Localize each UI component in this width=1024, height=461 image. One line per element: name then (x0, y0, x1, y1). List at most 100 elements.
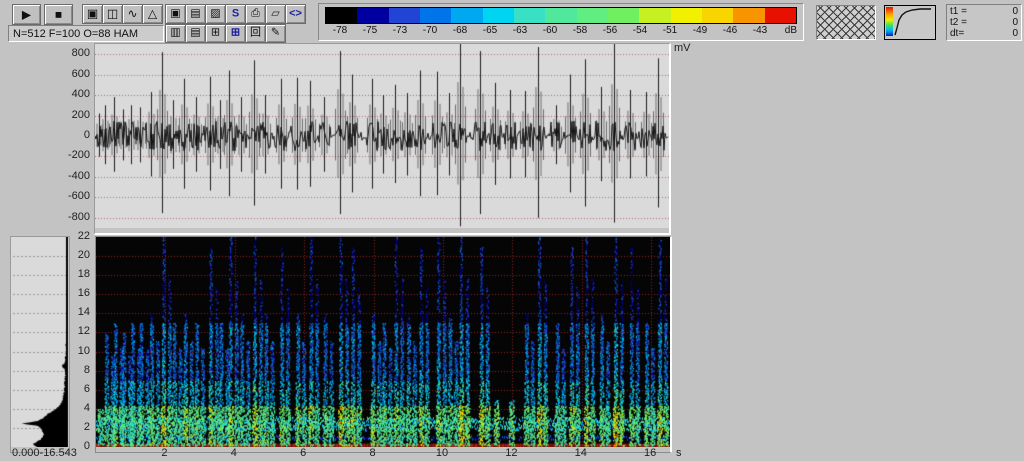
color-scale-cell (357, 8, 388, 23)
db-tick-label: -43 (745, 25, 775, 36)
color-scale-cell (420, 8, 451, 23)
axis-tick-label: -400 (56, 170, 90, 182)
window-icon: 回 (250, 28, 261, 39)
color-scale-cell (514, 8, 545, 23)
axis-tick-label: 6 (72, 383, 90, 395)
grid-cross2-icon: ⊞ (231, 28, 240, 39)
play-button[interactable]: ▶ (12, 4, 41, 25)
layout-left-band-button[interactable]: ▥ (165, 24, 186, 43)
cursor-readout-panel: t1 =0t2 =0dt=0 (946, 4, 1022, 41)
color-scale-cell (639, 8, 670, 23)
db-tick-label: -49 (685, 25, 715, 36)
print-button[interactable]: ⎙ (245, 4, 266, 24)
db-tick-label: -63 (505, 25, 535, 36)
axis-tick-label: 18 (72, 268, 90, 280)
readout-value: 0 (1012, 17, 1018, 28)
axis-tick-label: 16 (642, 447, 658, 459)
axis-tick-label: 600 (56, 68, 90, 80)
color-scale-cell (389, 8, 420, 23)
screen-icon: ▣ (170, 8, 180, 19)
stop-button[interactable]: ■ (44, 4, 73, 25)
color-scale-cell (765, 8, 796, 23)
gain-curve (895, 9, 931, 35)
disk-icon: ◫ (107, 8, 118, 20)
capture-display-button[interactable]: ▣ (82, 4, 103, 24)
panel-icon: ▤ (190, 8, 200, 19)
spectrogram-app-window: ▶■ ▣◫∿△ ▣▤▨S⎙▱<> ▥▤⊞⊞回✎ N=512 F=100 O=88… (0, 0, 1024, 461)
spectrogram-panel (95, 236, 672, 453)
save-button[interactable]: ◫ (102, 4, 123, 24)
color-scale-bar (325, 7, 797, 24)
frame-icon: ▨ (210, 8, 220, 19)
transfer-curve-box[interactable] (884, 5, 936, 40)
edit-button[interactable]: ✎ (265, 24, 286, 43)
axis-tick-label: -800 (56, 211, 90, 223)
letter-s-icon: S (232, 8, 239, 19)
axis-tick-label: 14 (72, 306, 90, 318)
time-unit-label: s (676, 447, 682, 459)
readout-label: t2 = (950, 17, 967, 28)
hatch-pattern-box[interactable] (816, 5, 876, 40)
axis-tick-label: -200 (56, 149, 90, 161)
curve-icon: ∿ (127, 8, 137, 20)
avg-spectrum-display[interactable] (11, 237, 69, 447)
axis-tick-label: 22 (72, 230, 90, 242)
db-tick-label: -75 (355, 25, 385, 36)
avg-spectrum-panel (10, 236, 70, 453)
readout-value: 0 (1012, 6, 1018, 17)
db-tick-label: -70 (415, 25, 445, 36)
color-scale-cell (483, 8, 514, 23)
axis-tick-label: 10 (72, 345, 90, 357)
grid-cross-icon: ⊞ (211, 28, 220, 39)
readout-row: dt=0 (950, 28, 1018, 39)
color-scale-cell (545, 8, 576, 23)
signal-options-button[interactable]: S (225, 4, 246, 24)
readout-label: t1 = (950, 6, 967, 17)
triangle-icon: △ (148, 8, 157, 20)
axis-tick-label: 12 (72, 325, 90, 337)
db-tick-label: -78 (325, 25, 355, 36)
layout-split-button[interactable]: ⊞ (205, 24, 226, 43)
layout-top-band-button[interactable]: ▤ (185, 24, 206, 43)
pencil-icon: ✎ (271, 28, 280, 39)
db-tick-label: -68 (445, 25, 475, 36)
readout-value: 0 (1012, 28, 1018, 39)
annotate-view-button[interactable]: ▨ (205, 4, 226, 24)
display-icon: ▣ (87, 8, 98, 20)
control-panel-button[interactable]: ▤ (185, 4, 206, 24)
waveform-unit-label: mV (674, 42, 691, 54)
gain-curve-button[interactable]: ∿ (122, 4, 143, 24)
markers-button[interactable]: <> (285, 4, 306, 24)
db-tick-label: -60 (535, 25, 565, 36)
color-scale-cell (326, 8, 357, 23)
waveform-display[interactable] (95, 44, 669, 228)
color-scale-cell (451, 8, 482, 23)
axis-tick-label: -600 (56, 190, 90, 202)
axis-tick-label: 8 (365, 447, 381, 459)
spectrogram-window-button[interactable]: ▣ (165, 4, 186, 24)
axis-tick-label: 4 (226, 447, 242, 459)
layout-single-button[interactable]: 回 (245, 24, 266, 43)
axis-tick-label: 400 (56, 88, 90, 100)
axis-tick-label: 16 (72, 287, 90, 299)
color-scale-labels: -78-75-73-70-68-65-63-60-58-56-54-51-49-… (325, 25, 797, 36)
axis-tick-label: 200 (56, 109, 90, 121)
play-icon: ▶ (22, 8, 31, 20)
angle-brackets-icon: <> (289, 8, 302, 19)
transfer-curve-graphic (885, 6, 933, 37)
color-scale-cell (608, 8, 639, 23)
window-function-button[interactable]: △ (142, 4, 163, 24)
color-scale-cell (733, 8, 764, 23)
grid-top-icon: ▤ (190, 28, 200, 39)
layout-split-alt-button[interactable]: ⊞ (225, 24, 246, 43)
axis-tick-label: 20 (72, 249, 90, 261)
axis-tick-label: 4 (72, 402, 90, 414)
open-file-button[interactable]: ▱ (265, 4, 286, 24)
db-tick-label: -58 (565, 25, 595, 36)
axis-tick-label: 12 (503, 447, 519, 459)
spectrogram-display[interactable] (96, 237, 670, 447)
db-tick-label: -54 (625, 25, 655, 36)
readout-row: t2 = 0 (950, 17, 1018, 28)
time-range-label: 0.000-16.543 (12, 447, 77, 459)
db-color-scale: -78-75-73-70-68-65-63-60-58-56-54-51-49-… (318, 3, 804, 41)
